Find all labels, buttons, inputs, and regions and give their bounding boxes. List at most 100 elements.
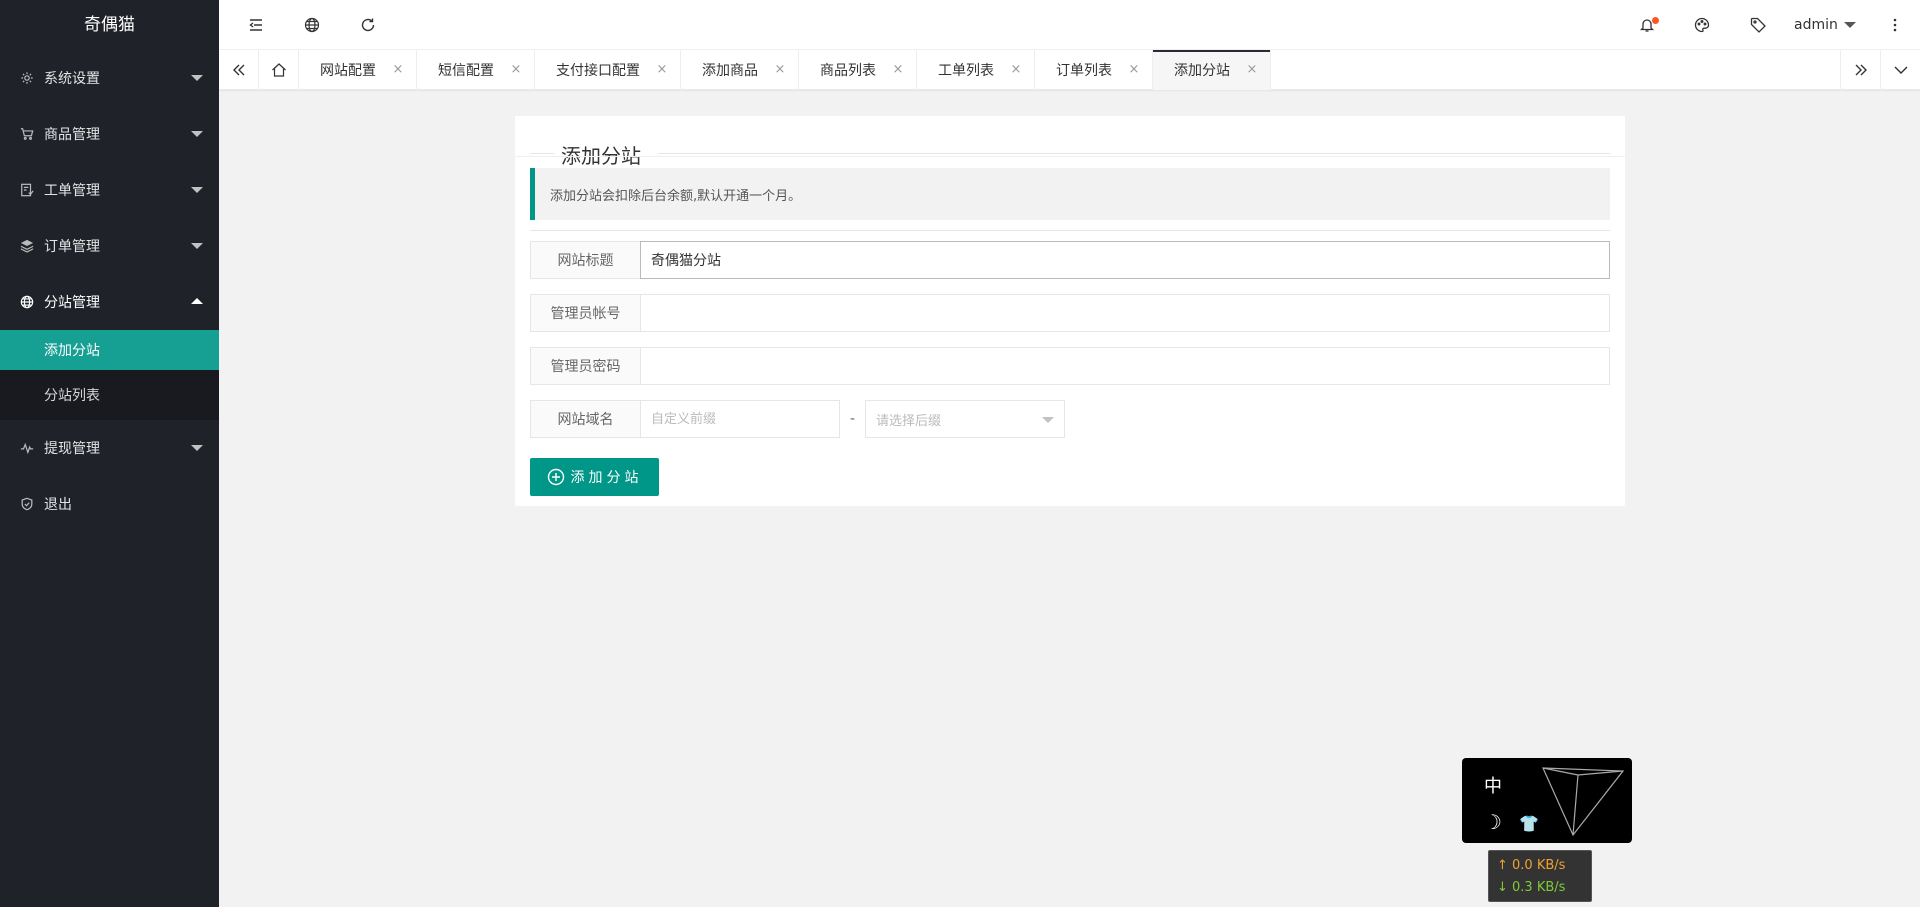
app-logo[interactable]: 奇偶猫 xyxy=(0,0,219,50)
sidebar-item-system-settings[interactable]: 系统设置 xyxy=(0,50,219,106)
notice-banner: 添加分站会扣除后台余额,默认开通一个月。 xyxy=(530,168,1610,220)
close-icon[interactable]: × xyxy=(890,62,906,78)
moon-icon[interactable]: ☽ xyxy=(1484,810,1502,834)
tab-sms-config[interactable]: 短信配置 × xyxy=(417,50,535,90)
site-title-input[interactable] xyxy=(640,241,1610,279)
indent-icon xyxy=(249,19,262,31)
close-icon[interactable]: × xyxy=(508,62,524,78)
sidebar: 奇偶猫 系统设置 商品管理 工单管理 订单管理 分站管理 添加分站 分站列表 提… xyxy=(0,0,219,907)
upload-speed: ↑ 0.0 KB/s xyxy=(1497,858,1566,873)
divider xyxy=(515,156,1625,157)
page-title: 添加分站 xyxy=(561,144,641,168)
globe-icon xyxy=(304,17,320,33)
site-title-label: 网站标题 xyxy=(530,241,640,279)
notification-button[interactable] xyxy=(1622,0,1672,50)
palette-icon xyxy=(1694,17,1710,33)
tab-label: 添加分站 xyxy=(1174,63,1230,79)
triangle-logo-icon xyxy=(1542,767,1625,837)
tab-add-goods[interactable]: 添加商品 × xyxy=(681,50,799,90)
more-button[interactable] xyxy=(1870,0,1920,50)
user-menu[interactable]: admin xyxy=(1794,0,1856,50)
refresh-button[interactable] xyxy=(343,0,393,50)
collapse-sidebar-button[interactable] xyxy=(231,0,281,50)
select-placeholder: 请选择后缀 xyxy=(876,413,942,429)
tab-scroll-left-button[interactable] xyxy=(219,50,259,90)
tab-ticket-list[interactable]: 工单列表 × xyxy=(917,50,1035,90)
floating-widget: 中 ☽ 👕 xyxy=(1462,758,1632,843)
chevron-up-icon xyxy=(191,298,203,304)
gear-icon xyxy=(20,71,34,85)
tag-icon xyxy=(1750,17,1766,33)
close-icon[interactable]: × xyxy=(1126,62,1142,78)
tab-add-substation[interactable]: 添加分站 × xyxy=(1153,50,1271,90)
form-row-domain: 网站域名 - 请选择后缀 xyxy=(530,400,1065,438)
tab-scroll-right-button[interactable] xyxy=(1840,50,1880,90)
form-row-site-title: 网站标题 xyxy=(530,241,1610,279)
close-icon[interactable]: × xyxy=(1008,62,1024,78)
tab-options-button[interactable] xyxy=(1880,50,1920,90)
sidebar-item-substations[interactable]: 分站管理 xyxy=(0,274,219,330)
close-icon[interactable]: × xyxy=(390,62,406,78)
language-toggle[interactable]: 中 xyxy=(1484,772,1502,798)
tab-label: 商品列表 xyxy=(820,63,876,79)
domain-suffix-select[interactable]: 请选择后缀 xyxy=(865,400,1065,438)
tab-goods-list[interactable]: 商品列表 × xyxy=(799,50,917,90)
domain-prefix-input[interactable] xyxy=(640,400,840,438)
admin-account-input[interactable] xyxy=(640,294,1610,332)
tag-button[interactable] xyxy=(1733,0,1783,50)
sidebar-item-goods[interactable]: 商品管理 xyxy=(0,106,219,162)
notification-dot xyxy=(1652,17,1659,24)
chevron-down-icon xyxy=(191,187,203,193)
legend-divider xyxy=(658,153,1610,154)
sidebar-item-label: 分站管理 xyxy=(44,295,100,311)
admin-password-label: 管理员密码 xyxy=(530,347,640,385)
layers-icon xyxy=(20,239,34,253)
tab-label: 添加商品 xyxy=(702,63,758,79)
shirt-icon[interactable]: 👕 xyxy=(1519,814,1539,833)
sidebar-item-label: 添加分站 xyxy=(44,343,100,359)
chevron-down-icon xyxy=(191,243,203,249)
sidebar-item-tickets[interactable]: 工单管理 xyxy=(0,162,219,218)
close-icon[interactable]: × xyxy=(654,62,670,78)
website-button[interactable] xyxy=(287,0,337,50)
tab-home[interactable] xyxy=(259,50,299,90)
pulse-icon xyxy=(20,441,34,455)
tab-payment-config[interactable]: 支付接口配置 × xyxy=(535,50,681,90)
sidebar-item-withdraw[interactable]: 提现管理 xyxy=(0,420,219,476)
refresh-icon xyxy=(361,18,375,32)
sidebar-item-logout[interactable]: 退出 xyxy=(0,476,219,532)
form-row-admin-account: 管理员帐号 xyxy=(530,294,1610,332)
shield-icon xyxy=(20,497,34,511)
ticket-icon xyxy=(20,183,34,197)
chevron-down-icon xyxy=(1894,66,1907,74)
legend-divider xyxy=(530,153,554,154)
admin-password-input[interactable] xyxy=(640,347,1610,385)
double-chevron-left-icon xyxy=(232,64,244,76)
chevron-down-icon xyxy=(1843,22,1856,28)
sidebar-subitem-add-substation[interactable]: 添加分站 xyxy=(0,330,219,370)
more-vertical-icon xyxy=(1893,18,1897,32)
sidebar-item-orders[interactable]: 订单管理 xyxy=(0,218,219,274)
tab-label: 工单列表 xyxy=(938,63,994,79)
tab-label: 网站配置 xyxy=(320,63,376,79)
chevron-down-icon xyxy=(191,75,203,81)
plus-circle-icon xyxy=(547,468,564,486)
tab-website-config[interactable]: 网站配置 × xyxy=(299,50,417,90)
download-speed: ↓ 0.3 KB/s xyxy=(1497,880,1566,895)
close-icon[interactable]: × xyxy=(772,62,788,78)
chevron-down-icon xyxy=(1042,417,1054,423)
sidebar-item-label: 系统设置 xyxy=(44,71,100,87)
tab-order-list[interactable]: 订单列表 × xyxy=(1035,50,1153,90)
divider xyxy=(530,230,1610,231)
top-header: admin xyxy=(219,0,1920,50)
domain-label: 网站域名 xyxy=(530,400,640,438)
add-substation-button[interactable]: 添加分站 xyxy=(530,458,659,496)
chevron-down-icon xyxy=(191,131,203,137)
form-legend: 添加分站 xyxy=(530,134,1610,168)
sidebar-subitem-substation-list[interactable]: 分站列表 xyxy=(0,370,219,420)
close-icon[interactable]: × xyxy=(1244,62,1260,78)
theme-button[interactable] xyxy=(1677,0,1727,50)
substation-submenu: 添加分站 分站列表 xyxy=(0,330,219,420)
form-row-admin-password: 管理员密码 xyxy=(530,347,1610,385)
username: admin xyxy=(1794,17,1838,33)
